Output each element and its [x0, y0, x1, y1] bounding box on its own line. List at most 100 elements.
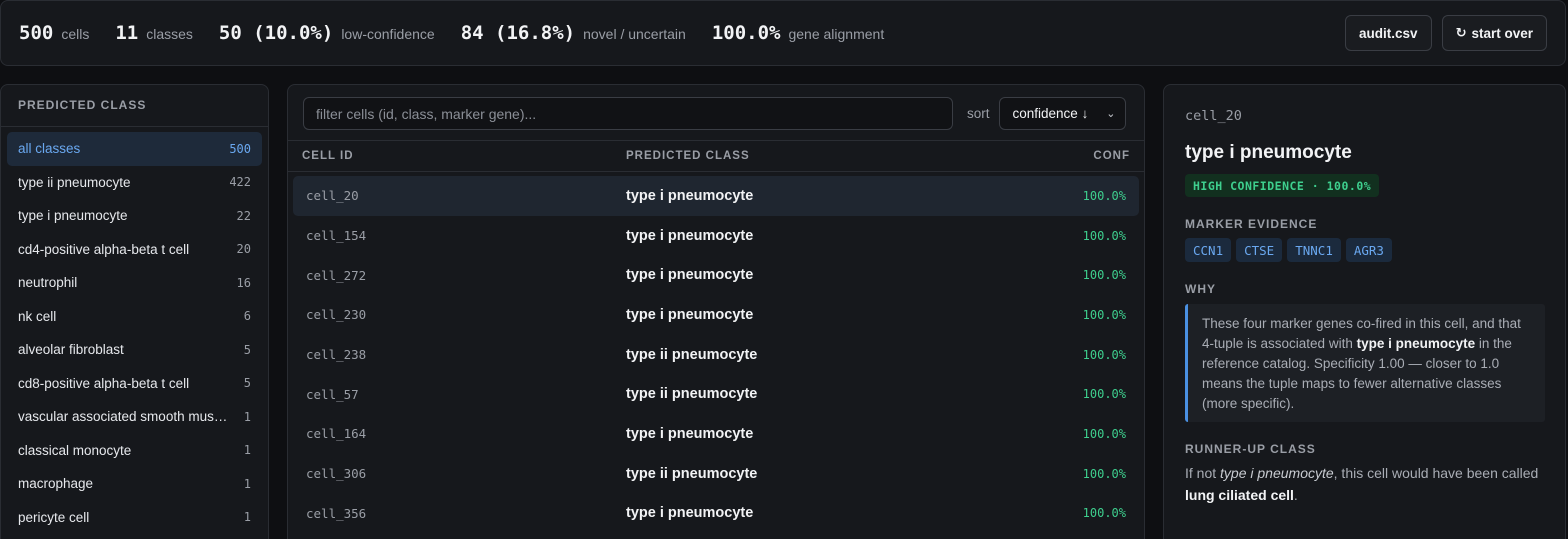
marker-chips: CCN1 CTSE TNNC1 AGR3	[1185, 238, 1397, 262]
stat-classes: 11 classes	[115, 22, 193, 44]
stat-cells: 500 cells	[19, 22, 89, 44]
class-item-all[interactable]: all classes 500	[7, 132, 262, 166]
audit-csv-button[interactable]: audit.csv	[1345, 15, 1432, 51]
stat-label: cells	[61, 26, 90, 42]
detail-cell-id: cell_20	[1185, 108, 1242, 124]
cell-detail-panel: cell_20 type i pneumocyte HIGH CONFIDENC…	[1163, 84, 1566, 539]
cell-id: cell_272	[306, 267, 367, 283]
class-item[interactable]: neutrophil 16	[7, 266, 262, 300]
class-item-label: nk cell	[18, 308, 57, 324]
table-row[interactable]: cell_20 type i pneumocyte 100.0%	[293, 176, 1139, 216]
class-item-count: 22	[236, 208, 251, 223]
stat-label: classes	[146, 26, 193, 42]
class-item-label: cd4-positive alpha-beta t cell	[18, 241, 190, 257]
class-item-count: 5	[243, 342, 251, 357]
stat-value: 84 (16.8%)	[460, 22, 576, 44]
cell-class: type ii pneumocyte	[626, 346, 758, 363]
column-header-cell-id[interactable]: CELL ID	[302, 150, 626, 162]
cell-conf: 100.0%	[1082, 307, 1126, 322]
class-item-label: classical monocyte	[18, 442, 132, 458]
table-row[interactable]: cell_57 type ii pneumocyte 100.0%	[293, 374, 1139, 414]
table-row[interactable]: cell_154 type i pneumocyte 100.0%	[293, 216, 1139, 256]
stat-value: 500	[19, 22, 54, 44]
class-item-count: 20	[236, 242, 251, 257]
why-heading: WHY	[1185, 282, 1216, 296]
class-item-label: pericyte cell	[18, 509, 90, 525]
detail-title: type i pneumocyte	[1185, 142, 1352, 163]
column-header-conf[interactable]: CONF	[1040, 150, 1130, 162]
start-over-label: start over	[1471, 25, 1533, 41]
class-item-count: 422	[229, 175, 251, 190]
marker-chip: CCN1	[1185, 238, 1232, 262]
table-row[interactable]: cell_272 type i pneumocyte 100.0%	[293, 255, 1139, 295]
sort-select[interactable]: confidence ↓ ⌄	[998, 97, 1126, 130]
runner-current-class: type i pneumocyte	[1220, 465, 1334, 481]
filter-input[interactable]	[303, 97, 953, 130]
table-header: CELL ID PREDICTED CLASS CONF	[288, 140, 1144, 172]
column-header-predicted-class[interactable]: PREDICTED CLASS	[626, 150, 1040, 162]
stat-label: novel / uncertain	[583, 26, 686, 42]
stat-novel-uncertain: 84 (16.8%) novel / uncertain	[461, 22, 686, 44]
stat-low-confidence: 50 (10.0%) low-confidence	[219, 22, 435, 44]
sort-label: sort	[967, 106, 990, 121]
sort-value: confidence ↓	[1012, 106, 1089, 121]
class-item[interactable]: alveolar fibroblast 5	[7, 333, 262, 367]
why-explanation: These four marker genes co-fired in this…	[1185, 304, 1545, 422]
runner-text: If not	[1185, 465, 1221, 481]
cell-id: cell_20	[306, 188, 359, 204]
class-item[interactable]: type ii pneumocyte 422	[7, 166, 262, 200]
class-item[interactable]: pericyte cell 1	[7, 501, 262, 535]
marker-chip: CTSE	[1236, 238, 1283, 262]
why-class-name: type i pneumocyte	[1356, 336, 1476, 351]
class-item-label: vascular associated smooth mus…	[18, 409, 228, 425]
confidence-badge: HIGH CONFIDENCE · 100.0%	[1185, 174, 1380, 197]
class-list: all classes 500 type ii pneumocyte 422 t…	[1, 127, 268, 539]
class-item-label: all classes	[18, 141, 81, 157]
cell-class: type i pneumocyte	[626, 187, 754, 204]
table-row[interactable]: cell_238 type ii pneumocyte 100.0%	[293, 335, 1139, 375]
stat-value: 11	[115, 22, 139, 44]
class-item[interactable]: vascular associated smooth mus… 1	[7, 400, 262, 434]
cell-id: cell_356	[306, 505, 367, 521]
class-item-label: macrophage	[18, 476, 94, 492]
cell-class: type i pneumocyte	[626, 425, 754, 442]
cell-class: type i pneumocyte	[626, 505, 754, 522]
class-item-count: 1	[243, 510, 251, 525]
table-row[interactable]: cell_230 type i pneumocyte 100.0%	[293, 295, 1139, 335]
stats-bar: 500 cells 11 classes 50 (10.0%) low-conf…	[0, 0, 1566, 66]
class-item[interactable]: nk cell 6	[7, 300, 262, 334]
filter-bar: sort confidence ↓ ⌄	[288, 85, 1144, 140]
stat-label: gene alignment	[788, 26, 885, 42]
cell-table-panel: sort confidence ↓ ⌄ CELL ID PREDICTED CL…	[287, 84, 1145, 539]
table-row[interactable]: cell_356 type i pneumocyte 100.0%	[293, 494, 1139, 534]
class-item-label: type i pneumocyte	[18, 208, 128, 224]
audit-csv-label: audit.csv	[1359, 25, 1418, 41]
marker-evidence-heading: MARKER EVIDENCE	[1185, 217, 1318, 231]
cell-id: cell_57	[306, 386, 359, 402]
cell-class: type i pneumocyte	[626, 267, 754, 284]
table-row[interactable]: cell_164 type i pneumocyte 100.0%	[293, 414, 1139, 454]
stat-value: 50 (10.0%)	[218, 22, 334, 44]
refresh-icon: ↻	[1455, 25, 1467, 40]
cell-class: type i pneumocyte	[626, 306, 754, 323]
class-item-label: alveolar fibroblast	[18, 342, 124, 358]
class-item[interactable]: macrophage 1	[7, 467, 262, 501]
cell-conf: 100.0%	[1082, 347, 1126, 362]
runner-up-text: If not type i pneumocyte, this cell woul…	[1185, 462, 1545, 506]
cell-conf: 100.0%	[1082, 426, 1126, 441]
cell-conf: 100.0%	[1082, 466, 1126, 481]
class-item-label: type ii pneumocyte	[18, 174, 131, 190]
class-item-count: 1	[243, 443, 251, 458]
class-item[interactable]: classical monocyte 1	[7, 434, 262, 468]
table-row[interactable]: cell_306 type ii pneumocyte 100.0%	[293, 454, 1139, 494]
class-item-count: 5	[243, 376, 251, 391]
runner-up-class-name: lung ciliated cell	[1185, 487, 1294, 503]
start-over-button[interactable]: ↻ start over	[1441, 15, 1547, 51]
class-item[interactable]: type i pneumocyte 22	[7, 199, 262, 233]
class-item[interactable]: cd4-positive alpha-beta t cell 20	[7, 233, 262, 267]
class-item[interactable]: cd8-positive alpha-beta t cell 5	[7, 367, 262, 401]
cell-class: type ii pneumocyte	[626, 465, 758, 482]
runner-text: , this cell would have been called	[1333, 465, 1539, 481]
marker-chip: AGR3	[1345, 238, 1392, 262]
chevron-down-icon: ⌄	[1106, 108, 1116, 120]
